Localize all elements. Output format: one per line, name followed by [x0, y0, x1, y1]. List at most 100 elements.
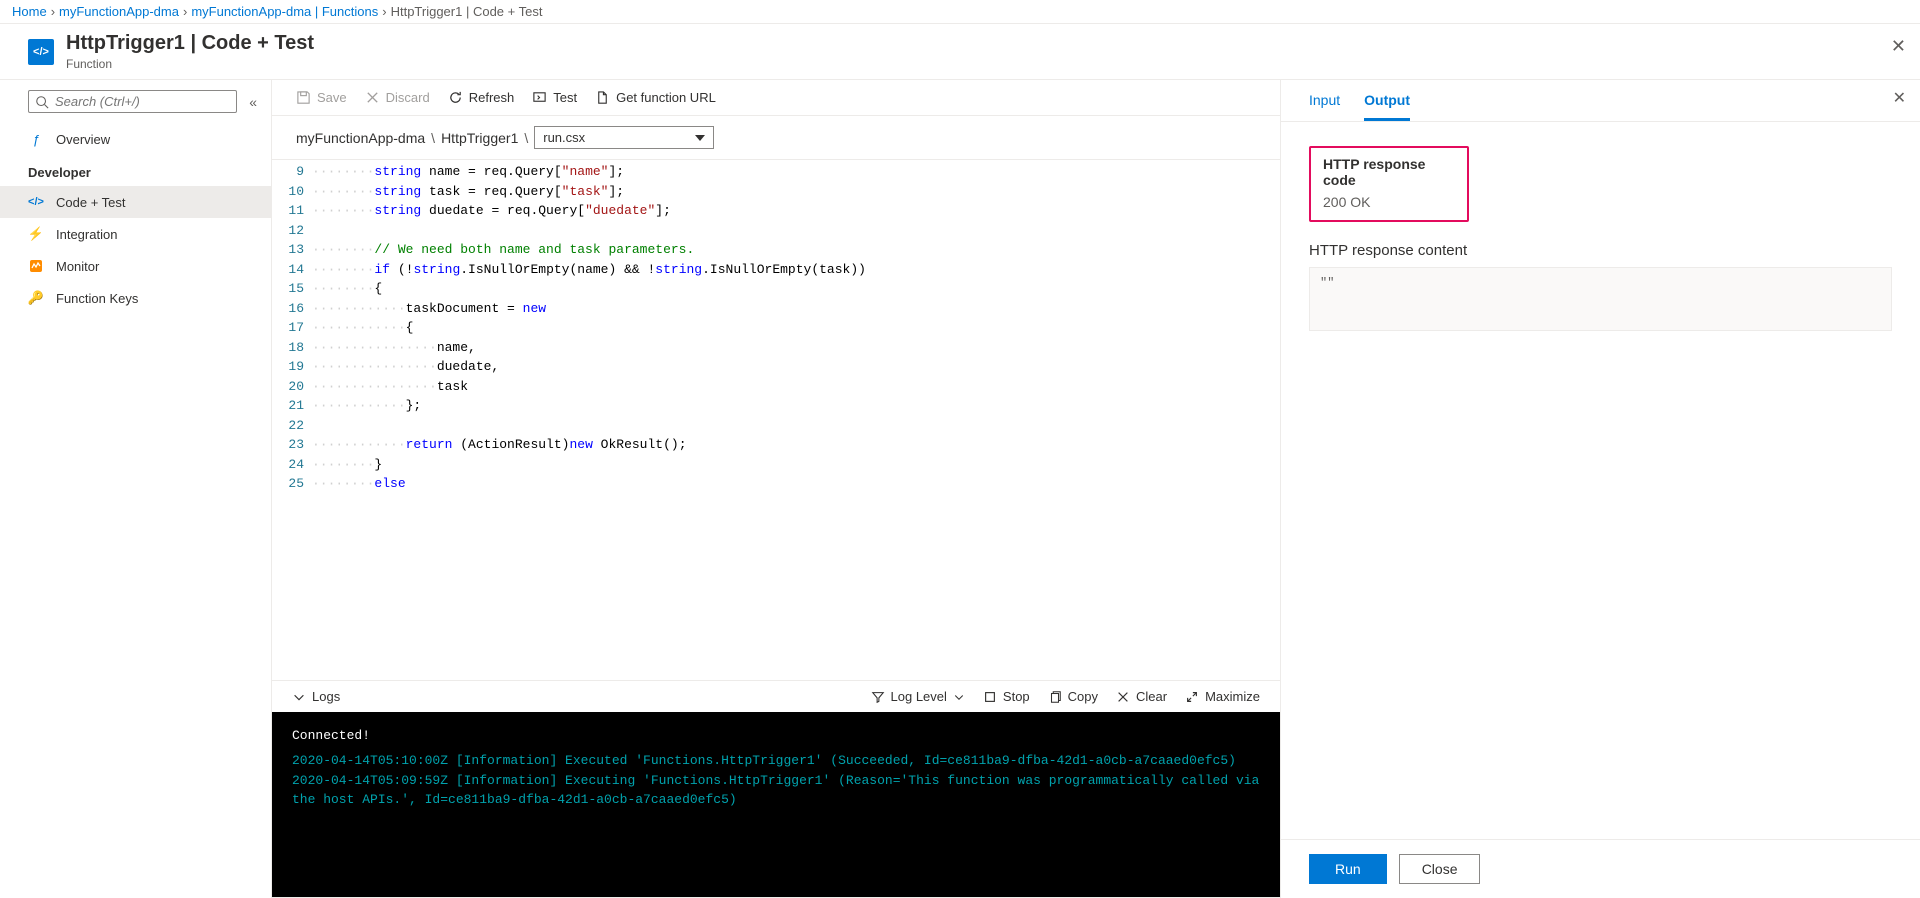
maximize-button[interactable]: Maximize — [1185, 689, 1260, 704]
code-line: ················duedate, — [312, 357, 1280, 377]
response-code-title: HTTP response code — [1323, 156, 1455, 188]
sidebar-group-developer: Developer — [0, 155, 271, 186]
page-title: HttpTrigger1 | Code + Test — [66, 32, 314, 55]
refresh-icon — [448, 90, 463, 105]
path-sep: \ — [431, 130, 435, 146]
function-icon: </> — [28, 39, 54, 65]
clear-icon — [1116, 690, 1130, 704]
test-panel-tabs: Input Output — [1281, 80, 1920, 122]
get-function-url-button[interactable]: Get function URL — [595, 90, 716, 105]
code-icon: </> — [28, 194, 44, 210]
code-line: ········string name = req.Query["name"]; — [312, 162, 1280, 182]
console-status: Connected! — [292, 728, 1260, 743]
test-icon — [532, 90, 547, 105]
path-app: myFunctionApp-dma — [296, 130, 425, 146]
code-line — [312, 221, 1280, 241]
chevron-down-icon — [953, 691, 965, 703]
close-icon[interactable]: ✕ — [1893, 88, 1906, 108]
toolbar-label: Stop — [1003, 689, 1030, 704]
test-button[interactable]: Test — [532, 90, 577, 105]
code-editor[interactable]: 910111213141516171819202122232425 ······… — [272, 159, 1280, 680]
filter-icon — [871, 690, 885, 704]
collapse-sidebar-icon[interactable]: « — [249, 94, 257, 110]
sidebar-item-integration[interactable]: ⚡ Integration — [0, 218, 271, 250]
sidebar-item-label: Integration — [56, 227, 117, 242]
code-line: ················name, — [312, 338, 1280, 358]
clear-button[interactable]: Clear — [1116, 689, 1167, 704]
save-button[interactable]: Save — [296, 90, 347, 105]
horizontal-scrollbar[interactable] — [0, 873, 1920, 890]
toolbar-label: Log Level — [891, 689, 947, 704]
lightning-icon: ⚡ — [28, 226, 44, 242]
copy-icon — [1048, 690, 1062, 704]
code-content: ········string name = req.Query["name"];… — [312, 160, 1280, 680]
code-line: ············}; — [312, 396, 1280, 416]
toolbar-label: Refresh — [469, 90, 515, 105]
sidebar-item-label: Monitor — [56, 259, 99, 274]
response-content-title: HTTP response content — [1309, 242, 1892, 259]
file-path-bar: myFunctionApp-dma \ HttpTrigger1 \ run.c… — [272, 116, 1280, 159]
toolbar-label: Test — [553, 90, 577, 105]
chevron-right-icon: › — [51, 4, 55, 19]
breadcrumb-link[interactable]: myFunctionApp-dma — [59, 4, 179, 19]
line-gutter: 910111213141516171819202122232425 — [272, 160, 312, 680]
breadcrumb-link[interactable]: myFunctionApp-dma | Functions — [191, 4, 378, 19]
sidebar-item-function-keys[interactable]: 🔑 Function Keys — [0, 282, 271, 314]
log-level-dropdown[interactable]: Log Level — [871, 689, 965, 704]
breadcrumb-link[interactable]: Home — [12, 4, 47, 19]
code-line: ········string duedate = req.Query["dued… — [312, 201, 1280, 221]
breadcrumb-current: HttpTrigger1 | Code + Test — [391, 4, 543, 19]
toolbar-label: Discard — [386, 90, 430, 105]
response-code-value: 200 OK — [1323, 194, 1455, 210]
search-input[interactable] — [49, 94, 230, 109]
copy-button[interactable]: Copy — [1048, 689, 1098, 704]
url-icon — [595, 90, 610, 105]
search-icon — [35, 95, 49, 109]
main-area: Save Discard Refresh Test Get function U… — [272, 80, 1280, 898]
console-log-line: 2020-04-14T05:09:59Z [Information] Execu… — [292, 771, 1260, 810]
logs-label: Logs — [312, 689, 340, 704]
sidebar: « ƒ Overview Developer </> Code + Test ⚡… — [0, 80, 272, 898]
discard-icon — [365, 90, 380, 105]
toolbar-label: Copy — [1068, 689, 1098, 704]
toolbar-label: Clear — [1136, 689, 1167, 704]
overview-icon: ƒ — [28, 131, 44, 147]
response-content-value: "" — [1309, 267, 1892, 331]
logs-toggle[interactable]: Logs — [292, 689, 340, 704]
tab-input[interactable]: Input — [1309, 92, 1340, 121]
code-line: ········if (!string.IsNullOrEmpty(name) … — [312, 260, 1280, 280]
code-line — [312, 416, 1280, 436]
chevron-right-icon: › — [183, 4, 187, 19]
code-line: ········} — [312, 455, 1280, 475]
maximize-icon — [1185, 690, 1199, 704]
refresh-button[interactable]: Refresh — [448, 90, 515, 105]
path-sep: \ — [524, 130, 528, 146]
console-log-line: 2020-04-14T05:10:00Z [Information] Execu… — [292, 751, 1260, 771]
page-subtitle: Function — [66, 57, 314, 71]
sidebar-item-monitor[interactable]: Monitor — [0, 250, 271, 282]
save-icon — [296, 90, 311, 105]
chevron-right-icon: › — [382, 4, 386, 19]
sidebar-item-label: Function Keys — [56, 291, 138, 306]
toolbar-label: Save — [317, 90, 347, 105]
toolbar-label: Get function URL — [616, 90, 716, 105]
logs-console: Connected! 2020-04-14T05:10:00Z [Informa… — [272, 712, 1280, 898]
tab-output[interactable]: Output — [1364, 92, 1410, 121]
search-input-wrap — [28, 90, 237, 113]
sidebar-item-overview[interactable]: ƒ Overview — [0, 123, 271, 155]
sidebar-item-label: Code + Test — [56, 195, 126, 210]
code-line: ········// We need both name and task pa… — [312, 240, 1280, 260]
response-code-card: HTTP response code 200 OK — [1309, 146, 1469, 222]
close-icon[interactable]: ✕ — [1891, 36, 1906, 57]
code-line: ········string task = req.Query["task"]; — [312, 182, 1280, 202]
file-select-dropdown[interactable]: run.csx — [534, 126, 714, 149]
code-line: ············{ — [312, 318, 1280, 338]
stop-button[interactable]: Stop — [983, 689, 1030, 704]
logs-toolbar: Logs Log Level Stop Copy Clear — [272, 680, 1280, 712]
code-line: ············return (ActionResult)new OkR… — [312, 435, 1280, 455]
code-line: ········else — [312, 474, 1280, 494]
discard-button[interactable]: Discard — [365, 90, 430, 105]
page-header: </> HttpTrigger1 | Code + Test Function … — [0, 24, 1920, 80]
sidebar-item-code-test[interactable]: </> Code + Test — [0, 186, 271, 218]
path-func: HttpTrigger1 — [441, 130, 518, 146]
